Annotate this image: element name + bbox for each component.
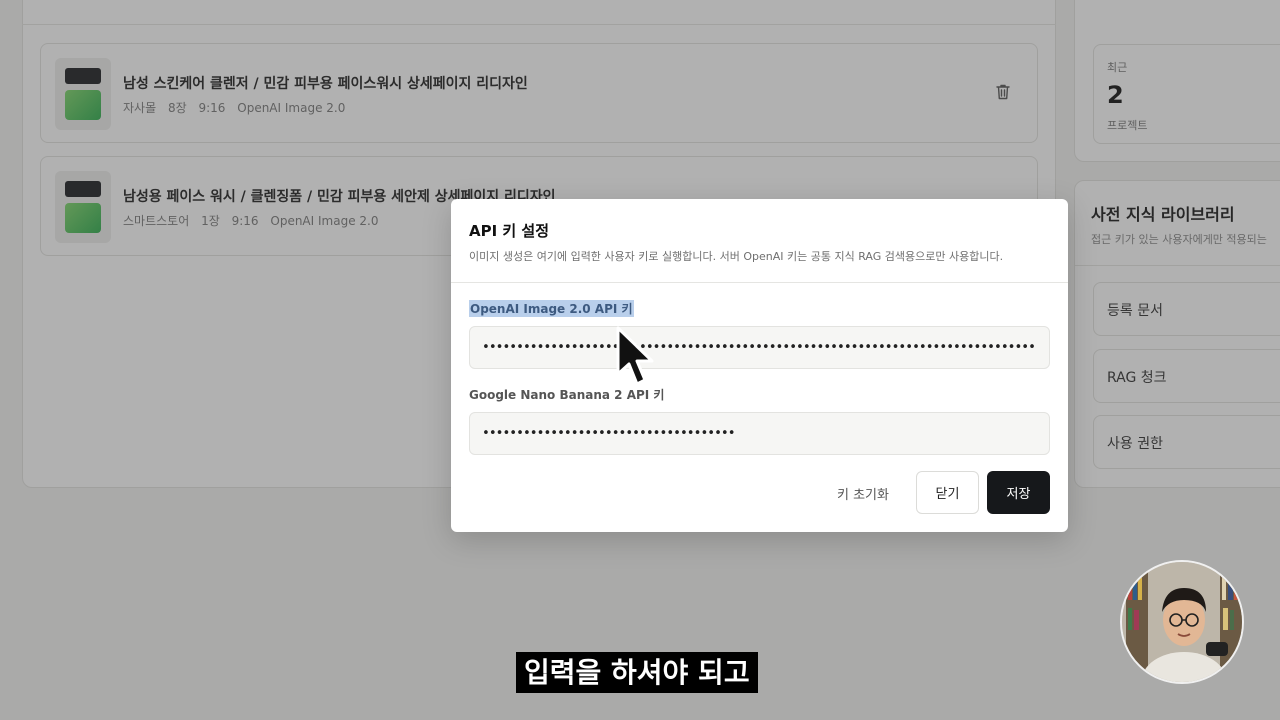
presenter-avatar-icon <box>1122 562 1242 682</box>
openai-key-input[interactable] <box>469 326 1050 369</box>
mouse-cursor-icon <box>616 326 654 386</box>
modal-description: 이미지 생성은 여기에 입력한 사용자 키로 실행합니다. 서버 OpenAI … <box>469 250 1004 263</box>
api-key-modal: API 키 설정 이미지 생성은 여기에 입력한 사용자 키로 실행합니다. 서… <box>451 199 1068 532</box>
google-key-input[interactable] <box>469 412 1050 455</box>
reset-keys-button[interactable]: 키 초기화 <box>819 472 907 514</box>
video-subtitle: 입력을 하셔야 되고 <box>516 652 758 693</box>
close-button[interactable]: 닫기 <box>916 471 979 514</box>
modal-title: API 키 설정 <box>469 222 550 240</box>
presenter-webcam <box>1120 560 1244 684</box>
save-button[interactable]: 저장 <box>987 471 1050 514</box>
modal-divider <box>451 282 1068 283</box>
openai-key-label: OpenAI Image 2.0 API 키 <box>469 300 634 317</box>
